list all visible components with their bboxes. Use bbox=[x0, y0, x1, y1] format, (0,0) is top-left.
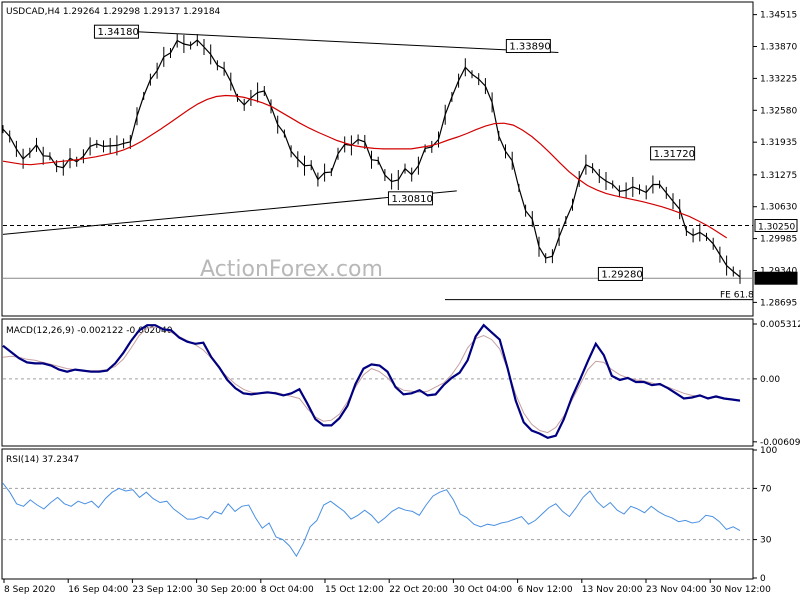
price-tick-label: 1.33225 bbox=[760, 74, 797, 84]
price-tick-label: 1.32580 bbox=[760, 106, 797, 116]
macd-tick-label: 0.00 bbox=[760, 375, 780, 385]
price-annotations: FE 61.8 1.34180 1.33890 1.30810 1.31720 1.292… bbox=[93, 24, 754, 301]
last-price-label: 1.29184 bbox=[758, 275, 795, 285]
rsi-tick-label: 70 bbox=[760, 484, 772, 494]
price-pane-title: USDCAD,H4 1.29264 1.29298 1.29137 1.2918… bbox=[6, 7, 221, 17]
time-tick-label: 22 Oct 20:00 bbox=[389, 585, 448, 595]
price-annotation-label: 1.30810 bbox=[391, 194, 432, 205]
time-tick-label: 23 Sep 12:00 bbox=[132, 585, 192, 595]
rsi-tick-label: 0 bbox=[760, 574, 766, 584]
time-tick-label: 30 Sep 20:00 bbox=[197, 585, 257, 595]
price-annotation-label: 1.29280 bbox=[601, 269, 642, 280]
price-tick-label: 1.33870 bbox=[760, 43, 797, 53]
time-tick-label: 30 Nov 12:00 bbox=[710, 585, 771, 595]
chart-window: USDCAD,H4 1.29264 1.29298 1.29137 1.2918… bbox=[0, 0, 800, 600]
time-tick-label: 30 Oct 04:00 bbox=[453, 585, 512, 595]
macd-tick-label: 0.005312 bbox=[760, 320, 800, 330]
macd-line bbox=[2, 323, 741, 439]
rsi-pane-title: RSI(14) 37.2347 bbox=[6, 455, 79, 465]
y-axis-labels: 1.34515 1.33870 1.33225 1.32580 1.31935 1.312… bbox=[753, 11, 800, 584]
macd-pane-title: MACD(12,26,9) -0.002122 -0.002040 bbox=[6, 326, 173, 336]
price-tick-label: 1.34515 bbox=[760, 11, 797, 21]
price-tick-label: 1.28695 bbox=[760, 298, 797, 308]
price-annotation-label: 1.33890 bbox=[509, 42, 550, 53]
time-tick-label: 23 Nov 04:00 bbox=[646, 585, 707, 595]
time-tick-label: 8 Oct 04:00 bbox=[261, 585, 314, 595]
rsi-tick-label: 100 bbox=[760, 446, 777, 456]
rsi-line bbox=[2, 482, 741, 558]
price-annotation-label: 1.31720 bbox=[654, 149, 695, 160]
price-tick-label: 1.31275 bbox=[760, 171, 797, 181]
time-tick-label: 13 Nov 20:00 bbox=[582, 585, 643, 595]
time-tick-label: 6 Nov 12:00 bbox=[518, 585, 573, 595]
time-axis-labels: 8 Sep 2020 16 Sep 04:00 23 Sep 12:00 30 Sep… bbox=[3, 579, 771, 595]
moving-average-line bbox=[2, 94, 728, 239]
time-tick-label: 16 Sep 04:00 bbox=[68, 585, 128, 595]
chart-canvas: USDCAD,H4 1.29264 1.29298 1.29137 1.2918… bbox=[1, 1, 800, 595]
upper-trendline bbox=[124, 30, 559, 53]
price-tick-label: 1.31935 bbox=[760, 138, 797, 148]
time-tick-label: 8 Sep 2020 bbox=[4, 585, 56, 595]
price-annotation-label: 1.34180 bbox=[97, 27, 138, 38]
level-price-label: 1.30250 bbox=[758, 223, 795, 233]
time-tick-label: 15 Oct 12:00 bbox=[325, 585, 384, 595]
rsi-pane-frame bbox=[1, 448, 754, 580]
price-tick-label: 1.30630 bbox=[760, 203, 797, 213]
series-lines bbox=[2, 33, 741, 558]
price-tick-label: 1.29985 bbox=[760, 235, 797, 245]
fe-618-label: FE 61.8 bbox=[720, 291, 754, 301]
rsi-tick-label: 30 bbox=[760, 536, 772, 546]
